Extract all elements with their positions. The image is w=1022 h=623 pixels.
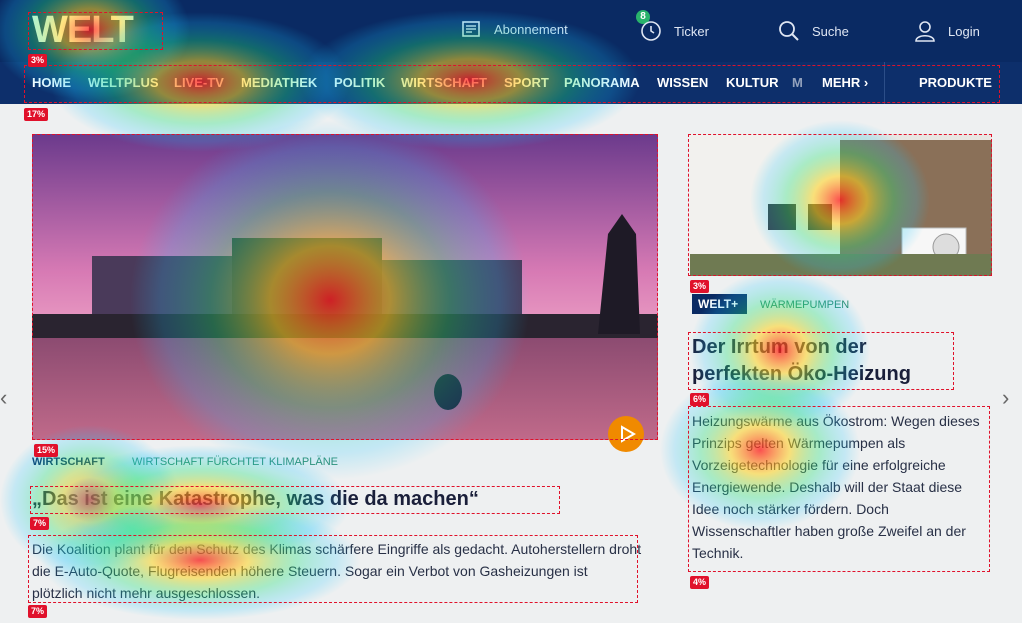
side-teaser-aoi-box [688, 406, 990, 572]
search-label: Suche [812, 23, 849, 39]
weltplus-badge: WELT+ [692, 294, 747, 314]
subscription-label: Abonnement [494, 21, 568, 37]
side-headline-aoi-box [688, 332, 954, 390]
logo-aoi-box [28, 12, 163, 50]
subscription-link[interactable]: Abonnement [462, 20, 568, 38]
nav-aoi-box [24, 65, 1000, 103]
user-icon [915, 21, 935, 42]
ticker-link[interactable]: Ticker [640, 20, 709, 42]
main-teaser-aoi-box [28, 535, 638, 603]
main-article-topic[interactable]: WIRTSCHAFT FÜRCHTET KLIMAPLÄNE [132, 456, 338, 468]
main-article-kicker[interactable]: WIRTSCHAFT [32, 456, 105, 468]
side-headline-aoi-percent: 6% [690, 393, 710, 406]
carousel-next-arrow[interactable]: › [1002, 385, 1009, 411]
carousel-prev-arrow[interactable]: ‹ [0, 385, 7, 411]
nav-aoi-percent: 17% [24, 108, 49, 121]
side-image-aoi-percent: 3% [690, 280, 710, 293]
search-icon [779, 21, 799, 41]
ticker-label: Ticker [674, 23, 709, 39]
clock-icon [641, 21, 661, 41]
newspaper-icon [462, 21, 480, 37]
login-label: Login [948, 23, 980, 39]
side-teaser-aoi-percent: 4% [690, 576, 710, 589]
main-image-aoi-percent: 15% [34, 444, 59, 457]
side-image-aoi-box [688, 134, 992, 276]
search-link[interactable]: Suche [778, 20, 849, 42]
side-article-kicker[interactable]: WÄRMEPUMPEN [760, 299, 849, 311]
main-image-aoi-box [32, 134, 658, 440]
main-headline-aoi-percent: 7% [30, 517, 50, 530]
main-teaser-aoi-percent: 7% [28, 605, 48, 618]
main-headline-aoi-box [30, 486, 560, 514]
login-link[interactable]: Login [914, 20, 980, 42]
logo-aoi-percent: 3% [28, 54, 48, 67]
